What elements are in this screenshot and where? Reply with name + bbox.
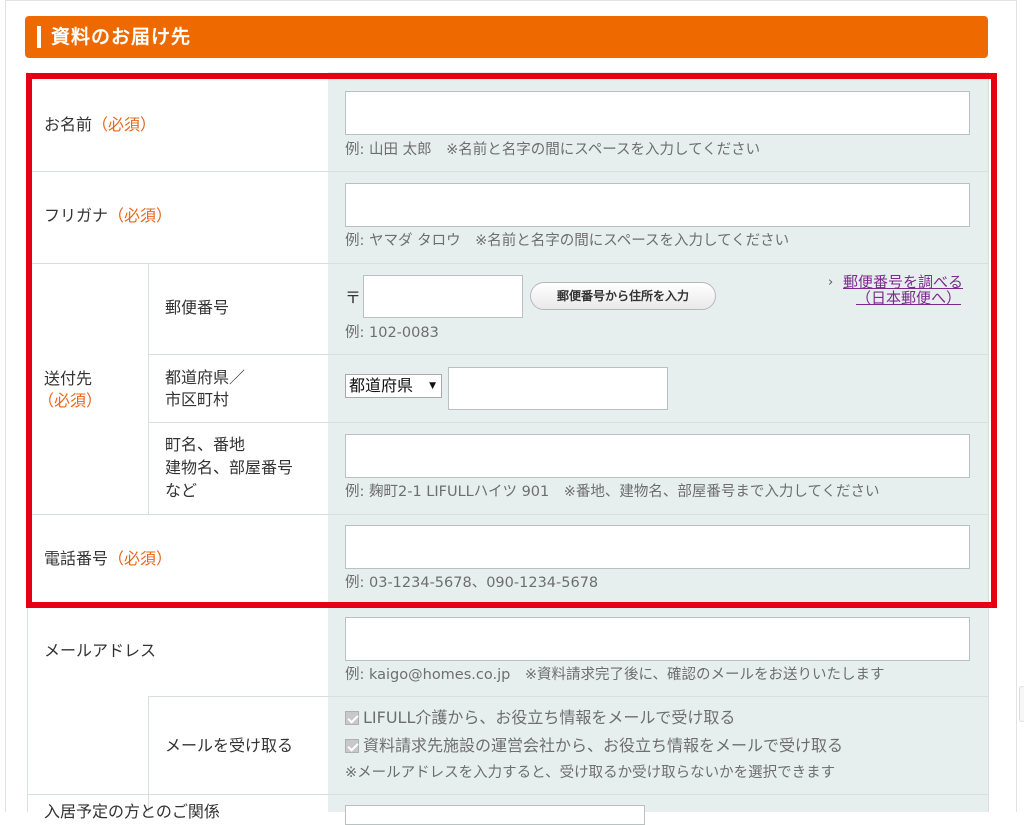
phone-input[interactable] (345, 525, 970, 569)
receive-mail-label: メールを受け取る (165, 736, 294, 755)
required-badge: （必須） (108, 206, 173, 225)
postal-mark: 〒 (345, 288, 362, 307)
receive-operator-option[interactable]: 資料請求先施設の運営会社から、お役立ち情報をメールで受け取る (345, 735, 843, 757)
grid-line (27, 514, 988, 515)
phone-hint: 例: 03-1234-5678、090-1234-5678 (345, 575, 599, 591)
grid-line (148, 354, 988, 355)
relation-label: 入居予定の方とのご関係 (44, 802, 220, 821)
grid-line (27, 794, 988, 795)
city-input[interactable] (448, 367, 668, 410)
checkbox-checked-icon[interactable] (345, 739, 359, 753)
phone-label-text: 電話番号 (44, 549, 109, 568)
receive-note: ※メールアドレスを入力すると、受け取るか受け取らないかを選択できます (345, 765, 836, 781)
checkbox-checked-icon[interactable] (345, 711, 359, 725)
grid-line (148, 422, 988, 423)
required-badge: （必須） (92, 115, 157, 134)
phone-label: 電話番号（必須） (44, 548, 172, 570)
street-label-line3: など (165, 481, 198, 500)
name-label-text: お名前 (44, 115, 93, 134)
name-label: お名前（必須） (44, 114, 156, 136)
street-hint: 例: 麹町2-1 LIFULLハイツ 901 ※番地、建物名、部屋番号まで入力し… (345, 484, 880, 500)
kana-label: フリガナ（必須） (44, 205, 172, 227)
receive-lifull-option[interactable]: LIFULL介護から、お役立ち情報をメールで受け取る (345, 707, 735, 729)
street-label-line2: 建物名、部屋番号 (165, 458, 294, 477)
grid-line (27, 171, 988, 172)
grid-line (148, 264, 149, 514)
postal-label: 郵便番号 (165, 298, 230, 317)
postal-lookup-button[interactable]: 郵便番号から住所を入力 (530, 282, 716, 310)
header-accent-bar (37, 26, 41, 48)
prefecture-select[interactable]: 都道府県 ▼ (345, 374, 442, 398)
scroll-handle[interactable] (1019, 686, 1024, 722)
required-badge: （必須） (108, 549, 173, 568)
receive-lifull-text: LIFULL介護から、お役立ち情報をメールで受け取る (363, 708, 736, 727)
kana-input[interactable] (345, 183, 970, 227)
grid-line (148, 696, 988, 697)
japan-post-link[interactable]: （日本郵便へ） (856, 289, 961, 307)
email-input[interactable] (345, 617, 970, 661)
prefecture-select-value: 都道府県 (349, 376, 414, 395)
dropdown-arrow-icon: ▼ (429, 381, 436, 391)
section-header: 資料のお届け先 (25, 16, 988, 58)
email-label: メールアドレス (44, 641, 157, 660)
prefecture-label-line2: 市区町村 (165, 390, 230, 409)
name-input[interactable] (345, 91, 970, 135)
relation-select[interactable] (345, 805, 645, 825)
kana-label-text: フリガナ (44, 206, 109, 225)
name-hint: 例: 山田 太郎 ※名前と名字の間にスペースを入力してください (345, 142, 761, 158)
chevron-right-icon: › (828, 275, 834, 290)
kana-hint: 例: ヤマダ タロウ ※名前と名字の間にスペースを入力してください (345, 233, 790, 249)
grid-line (27, 606, 988, 607)
grid-line (27, 263, 988, 264)
street-label-line1: 町名、番地 (165, 435, 246, 454)
postal-hint: 例: 102-0083 (345, 325, 439, 341)
grid-line (988, 72, 989, 812)
section-title: 資料のお届け先 (51, 26, 192, 48)
prefecture-label-line1: 都道府県／ (165, 368, 246, 387)
email-hint: 例: kaigo@homes.co.jp ※資料請求完了後に、確認のメールをお送… (345, 667, 885, 683)
address-label: 送付先 (44, 369, 93, 388)
grid-line (27, 72, 28, 812)
postal-code-input[interactable] (363, 275, 523, 318)
street-input[interactable] (345, 434, 970, 478)
receive-operator-text: 資料請求先施設の運営会社から、お役立ち情報をメールで受け取る (363, 736, 844, 755)
required-badge: （必須） (38, 391, 103, 410)
